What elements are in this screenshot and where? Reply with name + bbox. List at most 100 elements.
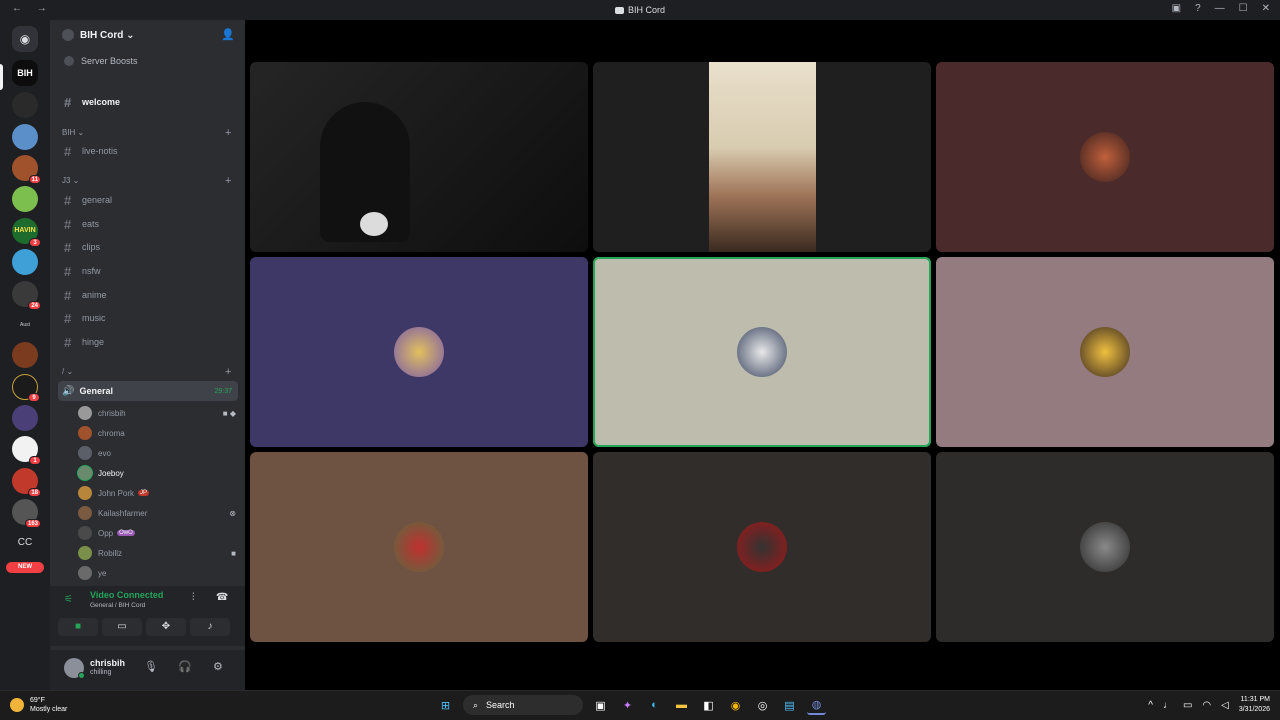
video-tile-avatar[interactable] xyxy=(250,257,588,447)
video-tile-avatar[interactable] xyxy=(936,452,1274,642)
server-boosts-label: Server Boosts xyxy=(81,56,138,66)
channel-live-notis[interactable]: # live-notis xyxy=(62,141,237,161)
copilot-icon[interactable]: ✦ xyxy=(618,696,637,715)
voice-user[interactable]: chroma xyxy=(78,424,238,442)
add-channel-icon[interactable]: + xyxy=(225,366,231,378)
inbox-icon[interactable]: ▣ xyxy=(1172,3,1181,14)
channel-anime[interactable]: # anime xyxy=(62,285,237,305)
category-2[interactable]: J3 ⌄ + xyxy=(62,175,231,187)
server-icon[interactable] xyxy=(12,186,38,212)
server-header[interactable]: BIH Cord ⌄ 👤 xyxy=(50,20,245,50)
server-cc[interactable]: CC xyxy=(12,530,38,556)
channel-general[interactable]: # general xyxy=(62,190,237,210)
time: 11:31 PM xyxy=(1240,696,1270,703)
channel-label: music xyxy=(82,313,106,323)
hash-icon: # xyxy=(64,263,72,279)
app-icon[interactable]: ◎ xyxy=(753,696,772,715)
invite-people-icon[interactable]: 👤 xyxy=(221,28,235,41)
noise-suppression-icon[interactable]: ⫶ xyxy=(192,592,195,603)
voice-user[interactable]: John Pork JP xyxy=(78,484,238,502)
volume-icon[interactable]: ◁ xyxy=(1221,700,1229,711)
voice-user[interactable]: Robillz ■ xyxy=(78,544,238,562)
help-icon[interactable]: ? xyxy=(1195,3,1201,14)
chevron-up-icon[interactable]: ^ xyxy=(1148,700,1153,711)
window-title-text: BIH Cord xyxy=(627,5,665,15)
microphone-icon[interactable]: 🎙 xyxy=(144,660,158,673)
video-tile-avatar-speaking[interactable] xyxy=(593,257,931,447)
server-icon[interactable]: 1 xyxy=(12,436,41,465)
screen-share-button[interactable]: ▭ xyxy=(102,618,142,636)
soundboard-button[interactable]: ♪ xyxy=(190,618,230,636)
edge-icon[interactable]: ◐ xyxy=(645,696,664,715)
minimize-button[interactable]: — xyxy=(1215,3,1225,14)
channel-hinge[interactable]: # hinge xyxy=(62,332,237,352)
server-icon[interactable]: HAVIN 3 xyxy=(12,218,41,247)
new-servers-badge[interactable]: NEW xyxy=(6,562,44,573)
display-icon[interactable]: ▭ xyxy=(1183,700,1192,711)
video-tile-camera[interactable] xyxy=(593,62,931,252)
direct-messages-button[interactable]: ◉ xyxy=(12,26,38,52)
avatar xyxy=(737,327,787,377)
maximize-button[interactable]: ☐ xyxy=(1239,3,1248,14)
add-channel-icon[interactable]: + xyxy=(225,127,231,139)
server-icon[interactable]: 18 xyxy=(12,468,41,497)
channel-nsfw[interactable]: # nsfw xyxy=(62,261,237,281)
clock[interactable]: 11:31 PM 3/31/2026 xyxy=(1239,695,1270,715)
weather-widget[interactable]: 69°F Mostly clear xyxy=(10,696,67,714)
voice-user[interactable]: Kailashfarmer ⊗ xyxy=(78,504,238,522)
server-icon[interactable] xyxy=(12,124,38,150)
video-tile-avatar[interactable] xyxy=(593,452,931,642)
voice-user[interactable]: ye xyxy=(78,564,238,582)
store-icon[interactable]: ◧ xyxy=(699,696,718,715)
server-icon[interactable]: 11 xyxy=(12,155,41,184)
server-icon[interactable] xyxy=(12,249,38,275)
server-icon[interactable] xyxy=(12,92,38,118)
user-name[interactable]: chrisbih xyxy=(90,658,125,668)
voice-user[interactable]: evo xyxy=(78,444,238,462)
voice-user[interactable]: Joeboy xyxy=(78,464,238,482)
channel-music[interactable]: # music xyxy=(62,308,237,328)
server-icon[interactable] xyxy=(12,405,38,431)
video-tile-avatar[interactable] xyxy=(936,62,1274,252)
server-icon[interactable] xyxy=(12,342,38,368)
server-icon[interactable]: 9 xyxy=(12,374,40,402)
voice-user[interactable]: Opp OwO xyxy=(78,524,238,542)
taskbar-apps: ⊞ ⌕ Search ▣ ✦ ◐ ▬ ◧ ◉ ◎ ▤ ◍ xyxy=(436,695,826,715)
close-button[interactable]: ✕ xyxy=(1262,3,1270,14)
connection-status[interactable]: Video Connected xyxy=(90,590,163,600)
category-3[interactable]: / ⌄ + xyxy=(62,366,231,378)
headphones-icon[interactable]: 🎧 xyxy=(178,660,192,673)
task-view-icon[interactable]: ▣ xyxy=(591,696,610,715)
channel-welcome[interactable]: # welcome xyxy=(62,92,237,112)
server-boosts[interactable]: Server Boosts xyxy=(64,56,138,66)
disconnect-icon[interactable]: ☎ xyxy=(216,592,228,603)
voice-user[interactable]: chrisbih ■ ◆ xyxy=(78,404,238,422)
server-icon[interactable]: 163 xyxy=(12,499,41,528)
file-explorer-icon[interactable]: ▬ xyxy=(672,696,691,715)
taskbar-search[interactable]: ⌕ Search xyxy=(463,695,583,715)
settings-gear-icon[interactable]: ⚙ xyxy=(213,660,223,673)
windows-start-icon[interactable]: ⊞ xyxy=(436,696,455,715)
mention-badge: 9 xyxy=(28,393,40,402)
channel-clips[interactable]: # clips xyxy=(62,237,237,257)
wifi-icon[interactable]: ◠ xyxy=(1202,700,1211,711)
microphone-icon[interactable]: ♩ xyxy=(1163,700,1173,711)
voice-channel-general[interactable]: 🔊 General 29:37 xyxy=(58,381,238,401)
video-tile-avatar[interactable] xyxy=(936,257,1274,447)
server-shield-icon xyxy=(62,29,74,41)
video-tile-avatar[interactable] xyxy=(250,452,588,642)
notepad-icon[interactable]: ▤ xyxy=(780,696,799,715)
connection-location[interactable]: General / BIH Cord xyxy=(90,602,145,609)
activities-button[interactable]: ✥ xyxy=(146,618,186,636)
server-bih-cord[interactable]: BIH xyxy=(12,60,38,86)
server-icon[interactable]: 24 xyxy=(12,281,41,310)
channel-eats[interactable]: # eats xyxy=(62,214,237,234)
camera-button[interactable]: ■ xyxy=(58,618,98,636)
video-tile-camera[interactable] xyxy=(250,62,588,252)
chrome-icon[interactable]: ◉ xyxy=(726,696,745,715)
mention-badge: 11 xyxy=(28,175,41,184)
add-channel-icon[interactable]: + xyxy=(225,175,231,187)
category-bih[interactable]: BIH ⌄ + xyxy=(62,127,231,139)
server-icon[interactable]: Aust xyxy=(12,312,38,338)
discord-taskbar-icon[interactable]: ◍ xyxy=(807,696,826,715)
